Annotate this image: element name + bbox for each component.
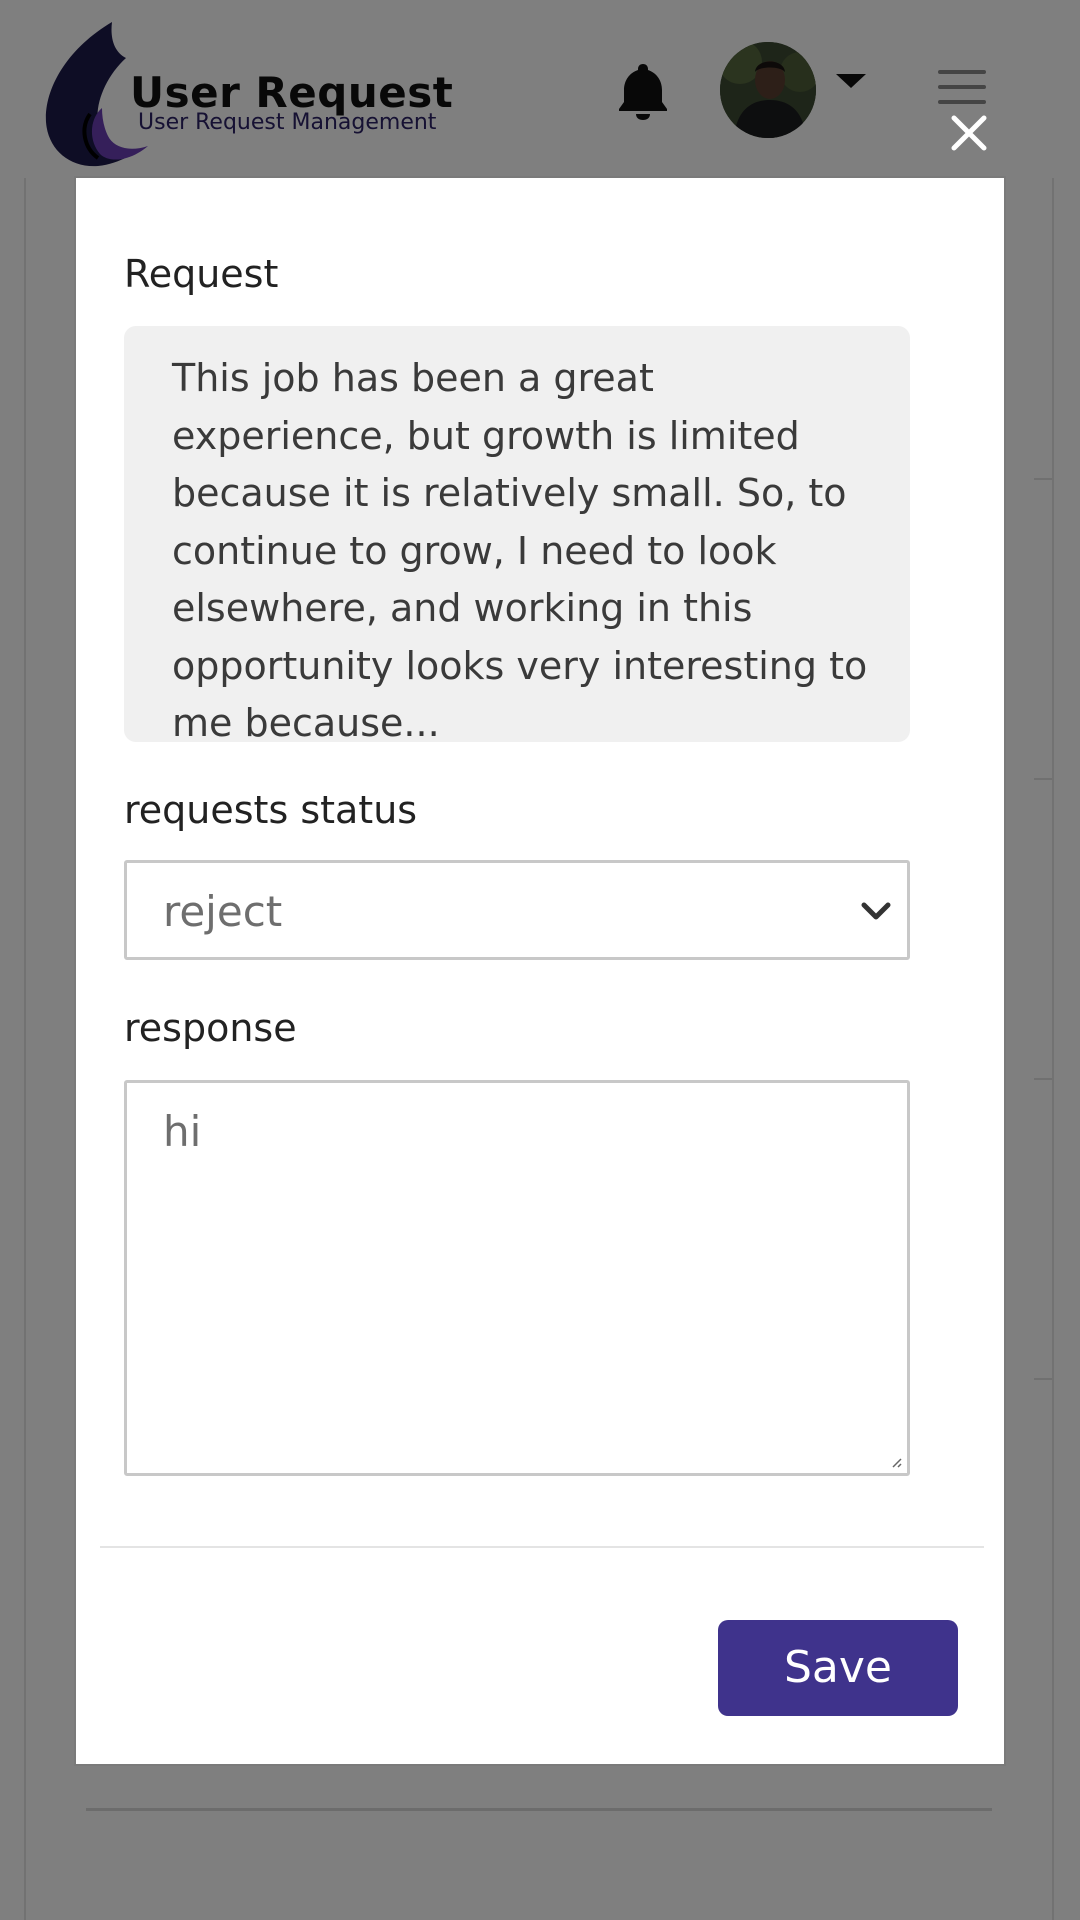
status-select-value: reject [163,887,283,936]
close-icon[interactable] [948,112,990,154]
response-value: hi [163,1107,202,1156]
status-label: requests status [124,788,418,832]
status-select[interactable]: reject [124,860,910,960]
chevron-down-icon [861,902,891,920]
resize-grip-icon[interactable] [889,1455,903,1469]
response-label: response [124,1006,297,1050]
modal-body[interactable]: Request This job has been a great experi… [76,178,1004,1548]
modal-divider [100,1546,984,1548]
request-text: This job has been a great experience, bu… [172,356,868,742]
request-text-box: This job has been a great experience, bu… [124,326,910,742]
request-modal: Request This job has been a great experi… [74,176,1006,1766]
response-textarea[interactable]: hi [124,1080,910,1476]
save-button[interactable]: Save [718,1620,958,1716]
request-label: Request [124,252,279,296]
